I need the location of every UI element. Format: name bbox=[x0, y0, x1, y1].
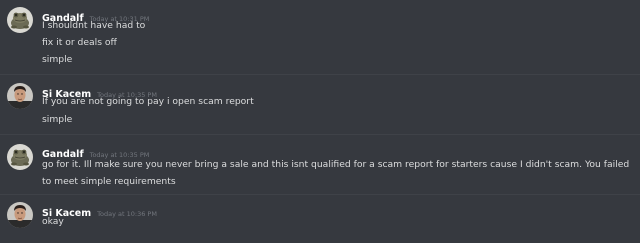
man-avatar-image bbox=[7, 202, 33, 228]
message-header: Si Kacem Today at 10:35 PM bbox=[42, 82, 157, 100]
message-divider bbox=[0, 74, 640, 75]
message-text: fix it or deals off bbox=[42, 37, 117, 48]
message-text: simple bbox=[42, 54, 73, 65]
message-group: Gandalf Today at 10:35 PM go for it. Ill … bbox=[0, 142, 640, 187]
message-divider bbox=[0, 194, 640, 195]
message-text: go for it. Ill make sure you never bring… bbox=[42, 159, 630, 187]
man-avatar[interactable] bbox=[7, 83, 33, 109]
message-text: I shouldnt have had to bbox=[42, 20, 146, 31]
message-group: Gandalf Today at 10:31 PM I shouldnt have… bbox=[0, 6, 640, 66]
message-group: Si Kacem Today at 10:36 PM okay bbox=[0, 201, 640, 231]
message-header: Si Kacem Today at 10:36 PM bbox=[42, 201, 157, 219]
frog-avatar-image bbox=[7, 7, 33, 33]
message-group: Si Kacem Today at 10:35 PM If you are not… bbox=[0, 82, 640, 126]
message-header: Gandalf Today at 10:35 PM bbox=[42, 142, 149, 160]
message-text: okay bbox=[42, 216, 64, 227]
message-text: simple bbox=[42, 114, 73, 125]
frog-avatar[interactable] bbox=[7, 144, 33, 170]
frog-avatar[interactable] bbox=[7, 7, 33, 33]
message-divider bbox=[0, 134, 640, 135]
message-header: Gandalf Today at 10:31 PM bbox=[42, 6, 149, 24]
man-avatar-image bbox=[7, 83, 33, 109]
man-avatar[interactable] bbox=[7, 202, 33, 228]
chat-messages-area: Gandalf Today at 10:31 PM I shouldnt have… bbox=[0, 0, 640, 243]
message-text: If you are not going to pay i open scam … bbox=[42, 96, 254, 107]
timestamp: Today at 10:36 PM bbox=[97, 210, 157, 218]
frog-avatar-image bbox=[7, 144, 33, 170]
